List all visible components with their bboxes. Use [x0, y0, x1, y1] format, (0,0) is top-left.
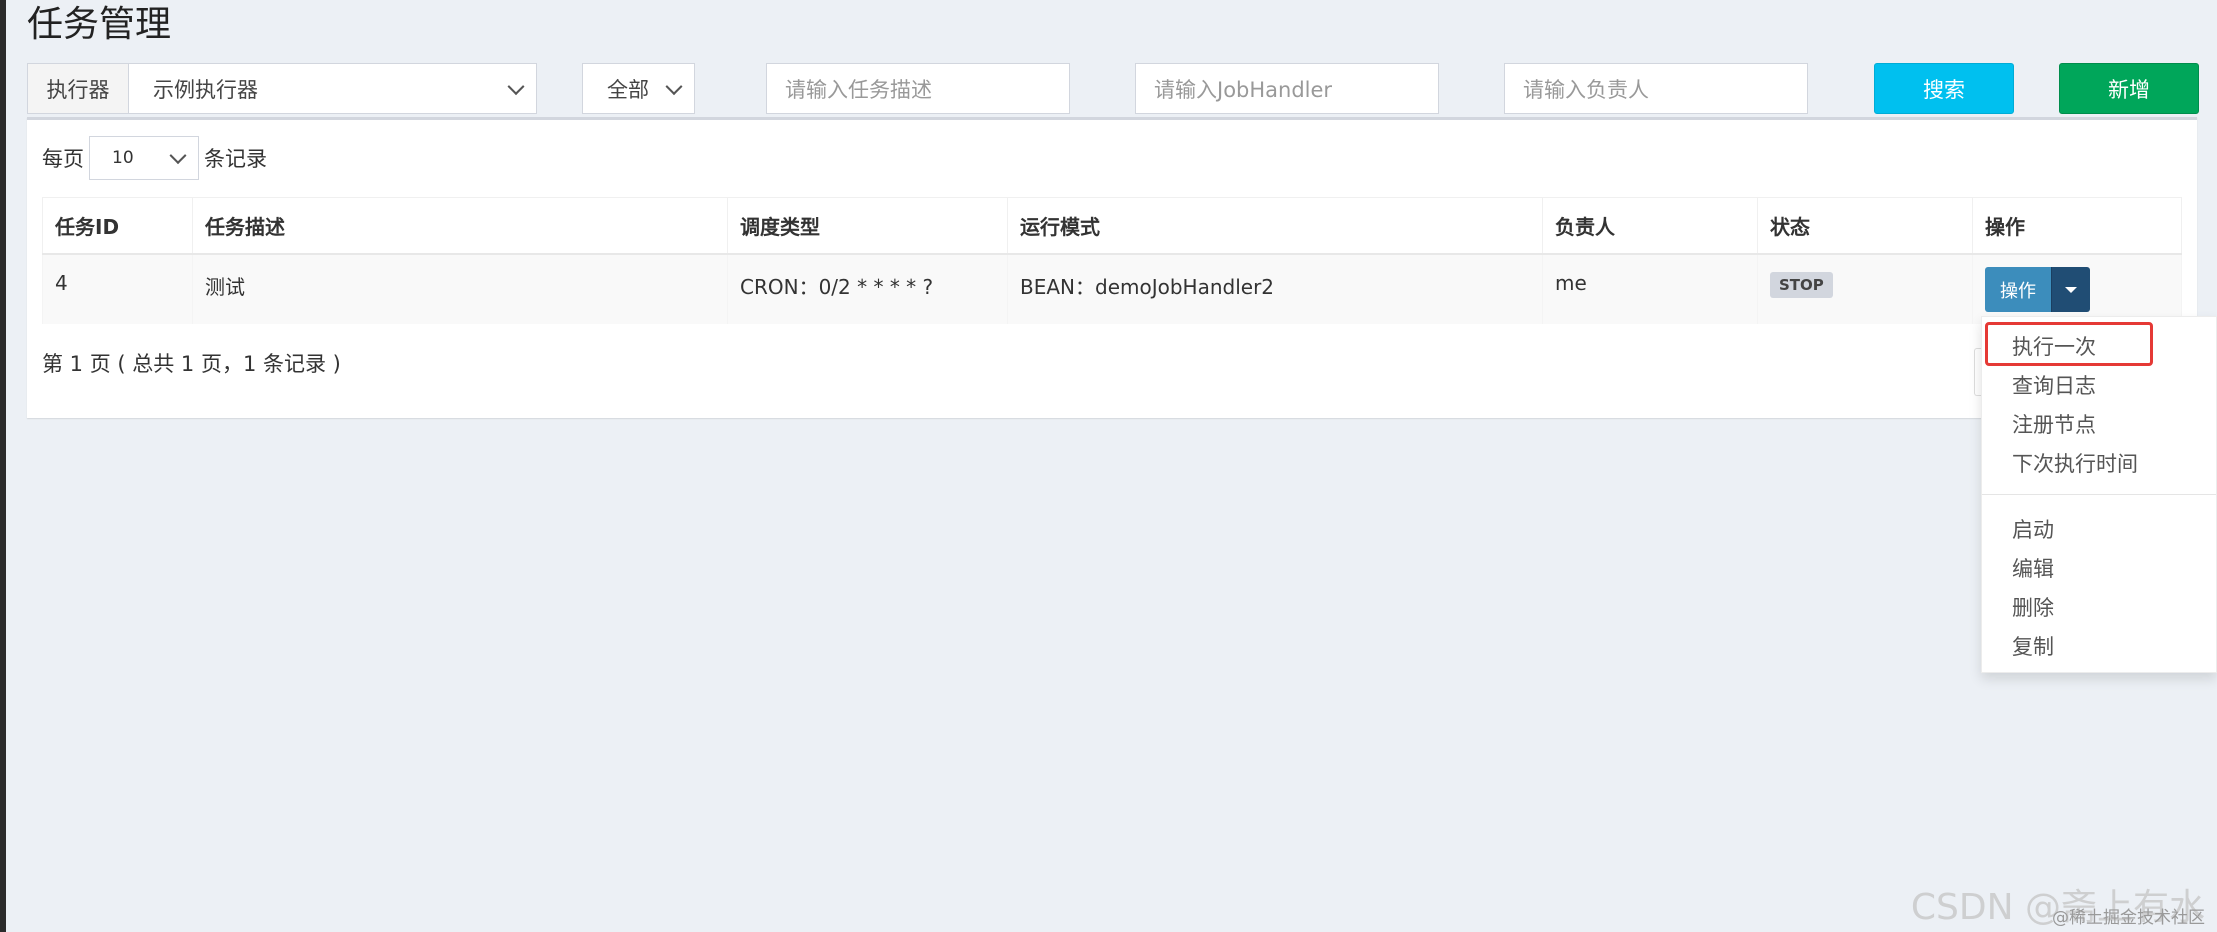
author-input[interactable]: 请输入负责人 — [1504, 63, 1808, 114]
chevron-down-icon — [665, 77, 683, 95]
page-size-select[interactable]: 10 — [89, 136, 199, 180]
page-size-control: 每页 10 条记录 — [42, 136, 267, 180]
window-left-edge — [0, 0, 6, 932]
operation-button[interactable]: 操作 — [1985, 267, 2051, 312]
menu-item-start[interactable]: 启动 — [2012, 514, 2054, 544]
cell-job-id: 4 — [42, 254, 193, 324]
header-status[interactable]: 状态 — [1757, 197, 1973, 255]
author-placeholder: 请输入负责人 — [1523, 77, 1649, 102]
cell-schedule: CRON：0/2 * * * * ? — [727, 254, 1008, 324]
page-size-prefix: 每页 — [42, 147, 84, 171]
table-header-row: 任务ID 任务描述 调度类型 运行模式 负责人 状态 操作 — [42, 197, 2182, 255]
job-list-panel: 每页 10 条记录 任务ID 任务描述 调度类型 运行模式 负责人 状态 操作 … — [27, 117, 2197, 418]
job-table: 任务ID 任务描述 调度类型 运行模式 负责人 状态 操作 4 测试 CRON：… — [42, 197, 2182, 324]
menu-item-next-trigger-time[interactable]: 下次执行时间 — [2012, 448, 2138, 478]
add-button[interactable]: 新增 — [2059, 63, 2199, 114]
page-size-value: 10 — [112, 148, 134, 168]
executor-select-value: 示例执行器 — [153, 77, 258, 102]
executor-select[interactable]: 示例执行器 — [129, 64, 536, 113]
operation-dropdown-toggle[interactable] — [2051, 267, 2090, 312]
status-select-value: 全部 — [607, 77, 649, 102]
cell-status: STOP — [1757, 254, 1973, 324]
executor-addon-label: 执行器 — [28, 64, 129, 113]
job-handler-placeholder: 请输入JobHandler — [1154, 77, 1333, 102]
operation-dropdown-menu: 执行一次 查询日志 注册节点 下次执行时间 启动 编辑 删除 复制 — [1981, 316, 2217, 673]
cell-author: me — [1542, 254, 1758, 324]
menu-divider — [1982, 494, 2216, 495]
cell-operation: 操作 — [1972, 254, 2182, 324]
job-desc-input[interactable]: 请输入任务描述 — [766, 63, 1070, 114]
cell-job-desc: 测试 — [192, 254, 728, 324]
header-author[interactable]: 负责人 — [1542, 197, 1758, 255]
page-size-suffix: 条记录 — [204, 147, 267, 171]
status-badge: STOP — [1770, 272, 1833, 298]
menu-item-delete[interactable]: 删除 — [2012, 592, 2054, 622]
table-row: 4 测试 CRON：0/2 * * * * ? BEAN：demoJobHand… — [42, 254, 2182, 324]
menu-item-edit[interactable]: 编辑 — [2012, 553, 2054, 583]
header-schedule-type[interactable]: 调度类型 — [727, 197, 1008, 255]
chevron-down-icon — [507, 77, 525, 95]
header-run-mode[interactable]: 运行模式 — [1007, 197, 1543, 255]
header-job-id[interactable]: 任务ID — [42, 197, 193, 255]
job-handler-input[interactable]: 请输入JobHandler — [1135, 63, 1439, 114]
executor-select-group[interactable]: 执行器 示例执行器 — [27, 63, 537, 114]
highlight-annotation-box — [1985, 322, 2153, 366]
header-job-desc[interactable]: 任务描述 — [192, 197, 728, 255]
status-select[interactable]: 全部 — [582, 63, 695, 114]
page-title: 任务管理 — [27, 4, 172, 45]
menu-item-registry-nodes[interactable]: 注册节点 — [2012, 409, 2096, 439]
menu-item-query-log[interactable]: 查询日志 — [2012, 370, 2096, 400]
caret-down-icon — [2065, 286, 2077, 293]
cell-run-mode: BEAN：demoJobHandler2 — [1007, 254, 1543, 324]
chevron-down-icon — [169, 147, 187, 165]
header-operation: 操作 — [1972, 197, 2182, 255]
menu-item-copy[interactable]: 复制 — [2012, 631, 2054, 661]
juejin-watermark: @稀土掘金技术社区 — [2052, 908, 2205, 928]
job-desc-placeholder: 请输入任务描述 — [785, 77, 932, 102]
search-button[interactable]: 搜索 — [1874, 63, 2014, 114]
pager-info: 第 1 页 ( 总共 1 页，1 条记录 ) — [42, 352, 341, 376]
operation-button-group: 操作 — [1985, 267, 2090, 312]
